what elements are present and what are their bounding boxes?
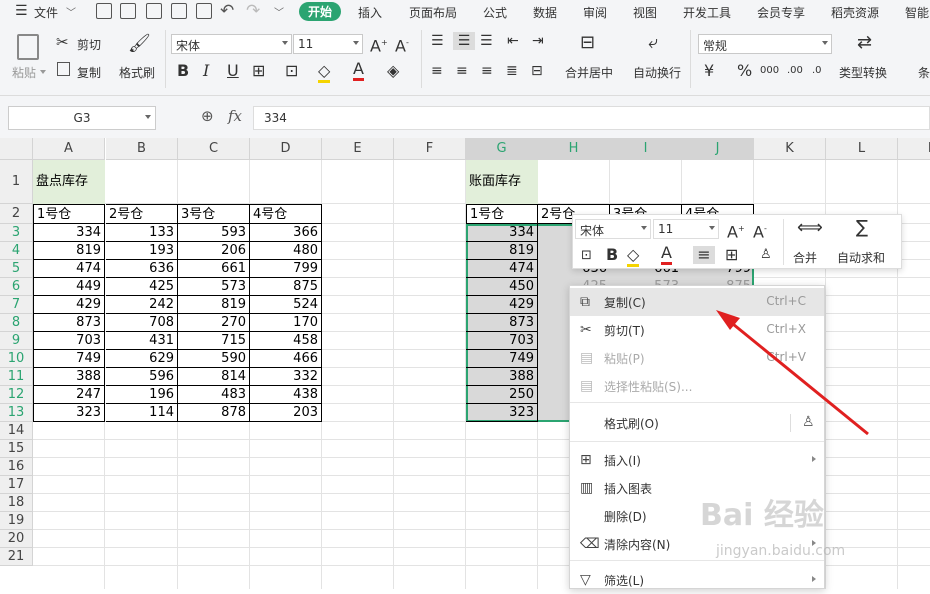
watermark-url: jingyan.baidu.com (716, 543, 846, 559)
arrow-shaft (727, 318, 869, 436)
watermark-logo: Bai 经验 (700, 498, 824, 533)
